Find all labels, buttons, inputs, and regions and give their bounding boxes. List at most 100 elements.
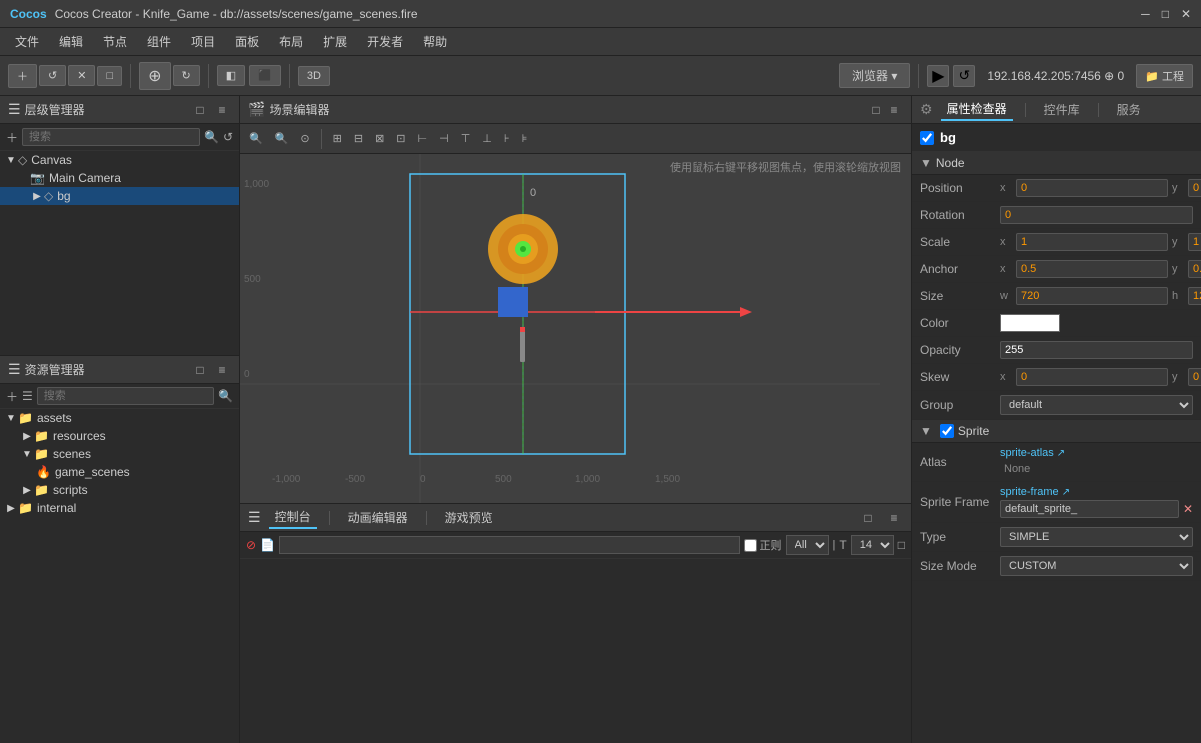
- font-icon[interactable]: T: [839, 538, 846, 552]
- window-minimize[interactable]: ─: [1141, 7, 1150, 21]
- opacity-input[interactable]: [1000, 341, 1193, 359]
- asset-scripts[interactable]: ▶ 📁 scripts: [0, 481, 239, 499]
- hierarchy-icon-menu[interactable]: ≡: [213, 101, 231, 119]
- scene-tool1[interactable]: ⊞: [328, 129, 347, 148]
- refresh-icon[interactable]: ↺: [223, 130, 233, 144]
- menu-project[interactable]: 项目: [181, 29, 225, 54]
- menu-component[interactable]: 组件: [137, 29, 181, 54]
- window-maximize[interactable]: □: [1162, 7, 1169, 21]
- anchor-y-input[interactable]: [1188, 260, 1201, 278]
- align-left-btn[interactable]: ◧: [217, 65, 245, 86]
- color-swatch[interactable]: [1000, 314, 1060, 332]
- folder-btn[interactable]: 📁 工程: [1136, 64, 1193, 88]
- scene-tool10[interactable]: ⊧: [517, 129, 533, 148]
- move-btn[interactable]: ⊕: [139, 62, 170, 90]
- skew-x-input[interactable]: [1016, 368, 1168, 386]
- node-bg[interactable]: ▶ ◇ bg: [0, 187, 239, 205]
- assets-add-btn[interactable]: ＋: [6, 388, 18, 405]
- assets-search-icon[interactable]: 🔍: [218, 389, 233, 403]
- menu-layout[interactable]: 布局: [269, 29, 313, 54]
- assets-toggle[interactable]: ▼: [4, 411, 18, 425]
- refresh-btn[interactable]: ↺: [953, 65, 975, 87]
- console-clear-btn[interactable]: ⊘: [246, 538, 256, 552]
- asset-game-scenes[interactable]: 🔥 game_scenes: [0, 463, 239, 481]
- canvas-toggle[interactable]: ▼: [4, 153, 18, 167]
- size-w-input[interactable]: [1016, 287, 1168, 305]
- menu-node[interactable]: 节点: [93, 29, 137, 54]
- console-icon-pin[interactable]: □: [859, 509, 877, 527]
- console-expand-btn[interactable]: □: [898, 538, 905, 552]
- menu-help[interactable]: 帮助: [413, 29, 457, 54]
- node-enabled-checkbox[interactable]: [920, 131, 934, 145]
- atlas-link[interactable]: sprite-atlas ↗: [1000, 447, 1193, 459]
- zoom-in-btn[interactable]: 🔍: [244, 129, 268, 148]
- sprite-frame-input[interactable]: [1000, 500, 1179, 518]
- scale-y-input[interactable]: [1188, 233, 1201, 251]
- group-select[interactable]: default: [1000, 395, 1193, 415]
- resources-toggle[interactable]: ▶: [20, 429, 34, 443]
- size-h-input[interactable]: [1188, 287, 1201, 305]
- node-section-header[interactable]: ▼ Node: [912, 152, 1201, 175]
- bg-toggle[interactable]: ▶: [30, 189, 44, 203]
- assets-search-input[interactable]: [37, 387, 214, 405]
- menu-edit[interactable]: 编辑: [49, 29, 93, 54]
- sprite-frame-clear-btn[interactable]: ✕: [1183, 502, 1193, 516]
- tab-game-preview[interactable]: 游戏预览: [439, 507, 499, 528]
- tab-widget-lib[interactable]: 控件库: [1038, 99, 1086, 120]
- scene-tool8[interactable]: ⊥: [477, 129, 497, 148]
- type-select[interactable]: SIMPLE: [1000, 527, 1193, 547]
- anchor-x-input[interactable]: [1016, 260, 1168, 278]
- 3d-btn[interactable]: 3D: [298, 66, 330, 86]
- scene-header-lock[interactable]: □: [867, 101, 885, 119]
- scene-tool5[interactable]: ⊢: [413, 129, 433, 148]
- window-close[interactable]: ✕: [1181, 7, 1191, 21]
- scene-tool7[interactable]: ⊤: [456, 129, 476, 148]
- position-x-input[interactable]: [1016, 179, 1168, 197]
- console-file-btn[interactable]: 📄: [260, 538, 275, 552]
- assets-icon-menu[interactable]: ≡: [213, 361, 231, 379]
- menu-developer[interactable]: 开发者: [357, 29, 413, 54]
- rotate-btn[interactable]: ↻: [173, 65, 200, 86]
- tab-console[interactable]: 控制台: [269, 506, 317, 529]
- tab-animation[interactable]: 动画编辑器: [342, 507, 414, 528]
- tab-properties[interactable]: 属性检查器: [941, 98, 1013, 121]
- console-icon-menu[interactable]: ≡: [885, 509, 903, 527]
- scripts-toggle[interactable]: ▶: [20, 483, 34, 497]
- scene-tool2[interactable]: ⊟: [349, 129, 368, 148]
- console-filter-input[interactable]: [279, 536, 740, 554]
- menu-file[interactable]: 文件: [5, 29, 49, 54]
- scene-tool3[interactable]: ⊠: [370, 129, 389, 148]
- menu-extension[interactable]: 扩展: [313, 29, 357, 54]
- play-btn[interactable]: ▶: [927, 65, 949, 87]
- menu-panel[interactable]: 面板: [225, 29, 269, 54]
- rotation-input[interactable]: [1000, 206, 1193, 224]
- size-mode-select[interactable]: CUSTOM: [1000, 556, 1193, 576]
- add-node-btn[interactable]: ＋: [8, 64, 37, 88]
- add-node-icon[interactable]: ＋: [6, 129, 18, 146]
- scene-tool9[interactable]: ⊦: [499, 129, 515, 148]
- regex-checkbox[interactable]: [744, 539, 757, 552]
- hierarchy-icon-plus[interactable]: □: [191, 101, 209, 119]
- internal-toggle[interactable]: ▶: [4, 501, 18, 515]
- skew-y-input[interactable]: [1188, 368, 1201, 386]
- close-btn[interactable]: ✕: [68, 65, 95, 86]
- filter-select[interactable]: All: [786, 535, 829, 555]
- undo-btn[interactable]: ↺: [39, 65, 66, 86]
- hierarchy-search-input[interactable]: [22, 128, 200, 146]
- font-size-select[interactable]: 14: [851, 535, 894, 555]
- asset-scenes[interactable]: ▼ 📁 scenes: [0, 445, 239, 463]
- position-y-input[interactable]: [1188, 179, 1201, 197]
- scene-tool4[interactable]: ⊡: [391, 129, 410, 148]
- align-center-btn[interactable]: ⬛: [249, 65, 281, 86]
- scene-canvas[interactable]: 使用鼠标右键平移视图焦点，使用滚轮缩放视图 1,000 500 0 -1,000…: [240, 154, 911, 503]
- asset-internal[interactable]: ▶ 📁 internal: [0, 499, 239, 517]
- assets-icon-plus[interactable]: □: [191, 361, 209, 379]
- zoom-fit-btn[interactable]: ⊙: [295, 129, 314, 148]
- scene-tool6[interactable]: ⊣: [434, 129, 454, 148]
- tab-service[interactable]: 服务: [1111, 99, 1147, 120]
- rect-btn[interactable]: □: [97, 66, 122, 86]
- browser-btn[interactable]: 浏览器 ▾: [839, 63, 910, 88]
- scale-x-input[interactable]: [1016, 233, 1168, 251]
- assets-list-btn[interactable]: ☰: [22, 389, 33, 403]
- node-canvas[interactable]: ▼ ◇ Canvas: [0, 151, 239, 169]
